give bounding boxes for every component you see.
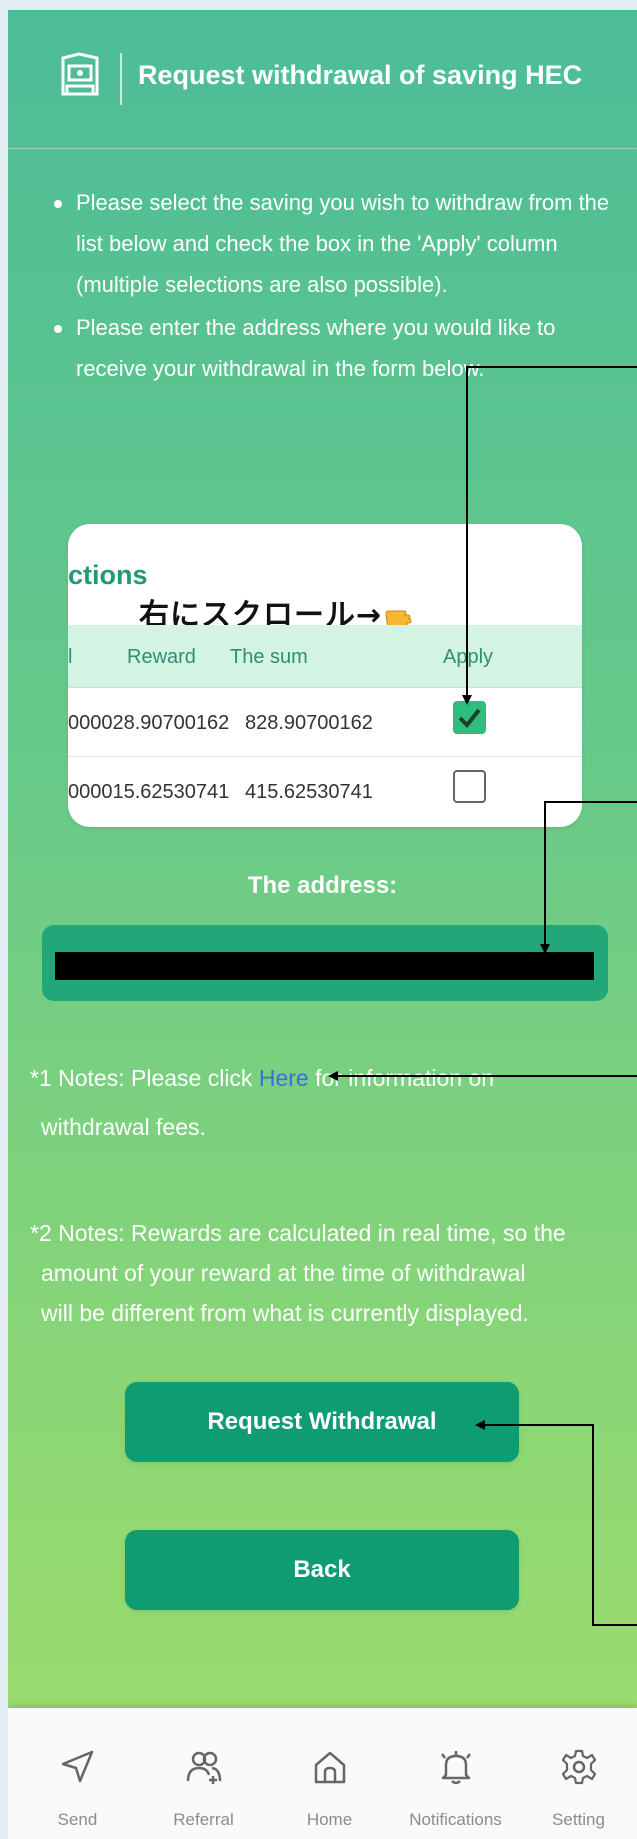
nav-label: Notifications <box>409 1810 502 1829</box>
table-row: 000015.62530741 415.62530741 <box>68 757 582 826</box>
table-row: 000028.90700162 828.90700162 <box>68 688 582 757</box>
request-withdrawal-button[interactable]: Request Withdrawal <box>125 1382 519 1462</box>
reward-cell: 000028.90700162 <box>68 712 230 734</box>
nav-label: Send <box>57 1810 98 1829</box>
savings-table-card[interactable]: ctions 右にスクロール→ l Reward The sum Apply 0… <box>68 524 582 827</box>
address-label: The address: <box>247 872 398 899</box>
note-1-suffix: for information on <box>308 1065 495 1091</box>
nav-item-send[interactable]: Send <box>15 1708 140 1839</box>
address-field-container <box>42 925 608 1001</box>
table-header: l Reward The sum Apply <box>68 625 582 688</box>
home-icon <box>314 1751 346 1784</box>
nav-item-referral[interactable]: Referral <box>141 1708 266 1839</box>
nav-label: Referral <box>173 1810 234 1829</box>
checkmark-icon <box>458 708 481 728</box>
logo-icon <box>61 52 99 96</box>
header-divider <box>120 53 122 105</box>
sum-cell: 415.62530741 <box>245 781 373 803</box>
nav-label: Home <box>306 1810 353 1829</box>
nav-item-setting[interactable]: Setting <box>516 1708 637 1839</box>
here-link[interactable]: Here <box>259 1065 309 1091</box>
app-screen: Request withdrawal of saving HEC Please … <box>8 10 637 1839</box>
referral-icon <box>186 1751 222 1784</box>
reward-cell: 000015.62530741 <box>68 781 230 803</box>
column-header-apply: Apply <box>443 646 494 668</box>
note-1-line2: withdrawal fees. <box>41 1114 206 1140</box>
nav-item-notifications[interactable]: Notifications <box>393 1708 518 1839</box>
column-header-sum: The sum <box>230 646 308 668</box>
instruction-item: Please enter the address where you would… <box>36 307 616 389</box>
nav-label: Setting <box>552 1810 605 1829</box>
page-title: Request withdrawal of saving HEC <box>138 60 583 90</box>
page-header: Request withdrawal of saving HEC <box>8 10 637 149</box>
gear-icon <box>561 1749 597 1785</box>
column-header: l <box>68 646 73 668</box>
sum-cell: 828.90700162 <box>245 712 373 734</box>
apply-checkbox[interactable] <box>453 770 486 803</box>
note-2-line3: will be different from what is currently… <box>41 1300 529 1326</box>
address-input[interactable] <box>55 952 594 980</box>
apply-checkbox[interactable] <box>453 701 486 734</box>
nav-item-home[interactable]: Home <box>267 1708 392 1839</box>
bell-icon <box>441 1751 471 1785</box>
card-title: ctions <box>68 560 148 590</box>
note-1: *1 Notes: Please click Here for informat… <box>30 1058 620 1147</box>
bottom-nav: Send Referral Home Notifications Setting <box>8 1708 637 1839</box>
note-2: *2 Notes: Rewards are calculated in real… <box>30 1213 620 1333</box>
note-2-line2: amount of your reward at the time of wit… <box>41 1260 526 1286</box>
note-1-prefix: *1 Notes: Please click <box>30 1065 259 1091</box>
instruction-item: Please select the saving you wish to wit… <box>36 182 616 305</box>
note-2-line1: *2 Notes: Rewards are calculated in real… <box>30 1220 566 1246</box>
send-icon <box>61 1750 94 1783</box>
back-button[interactable]: Back <box>125 1530 519 1610</box>
column-header-reward: Reward <box>127 646 196 668</box>
instructions-list: Please select the saving you wish to wit… <box>36 182 616 389</box>
